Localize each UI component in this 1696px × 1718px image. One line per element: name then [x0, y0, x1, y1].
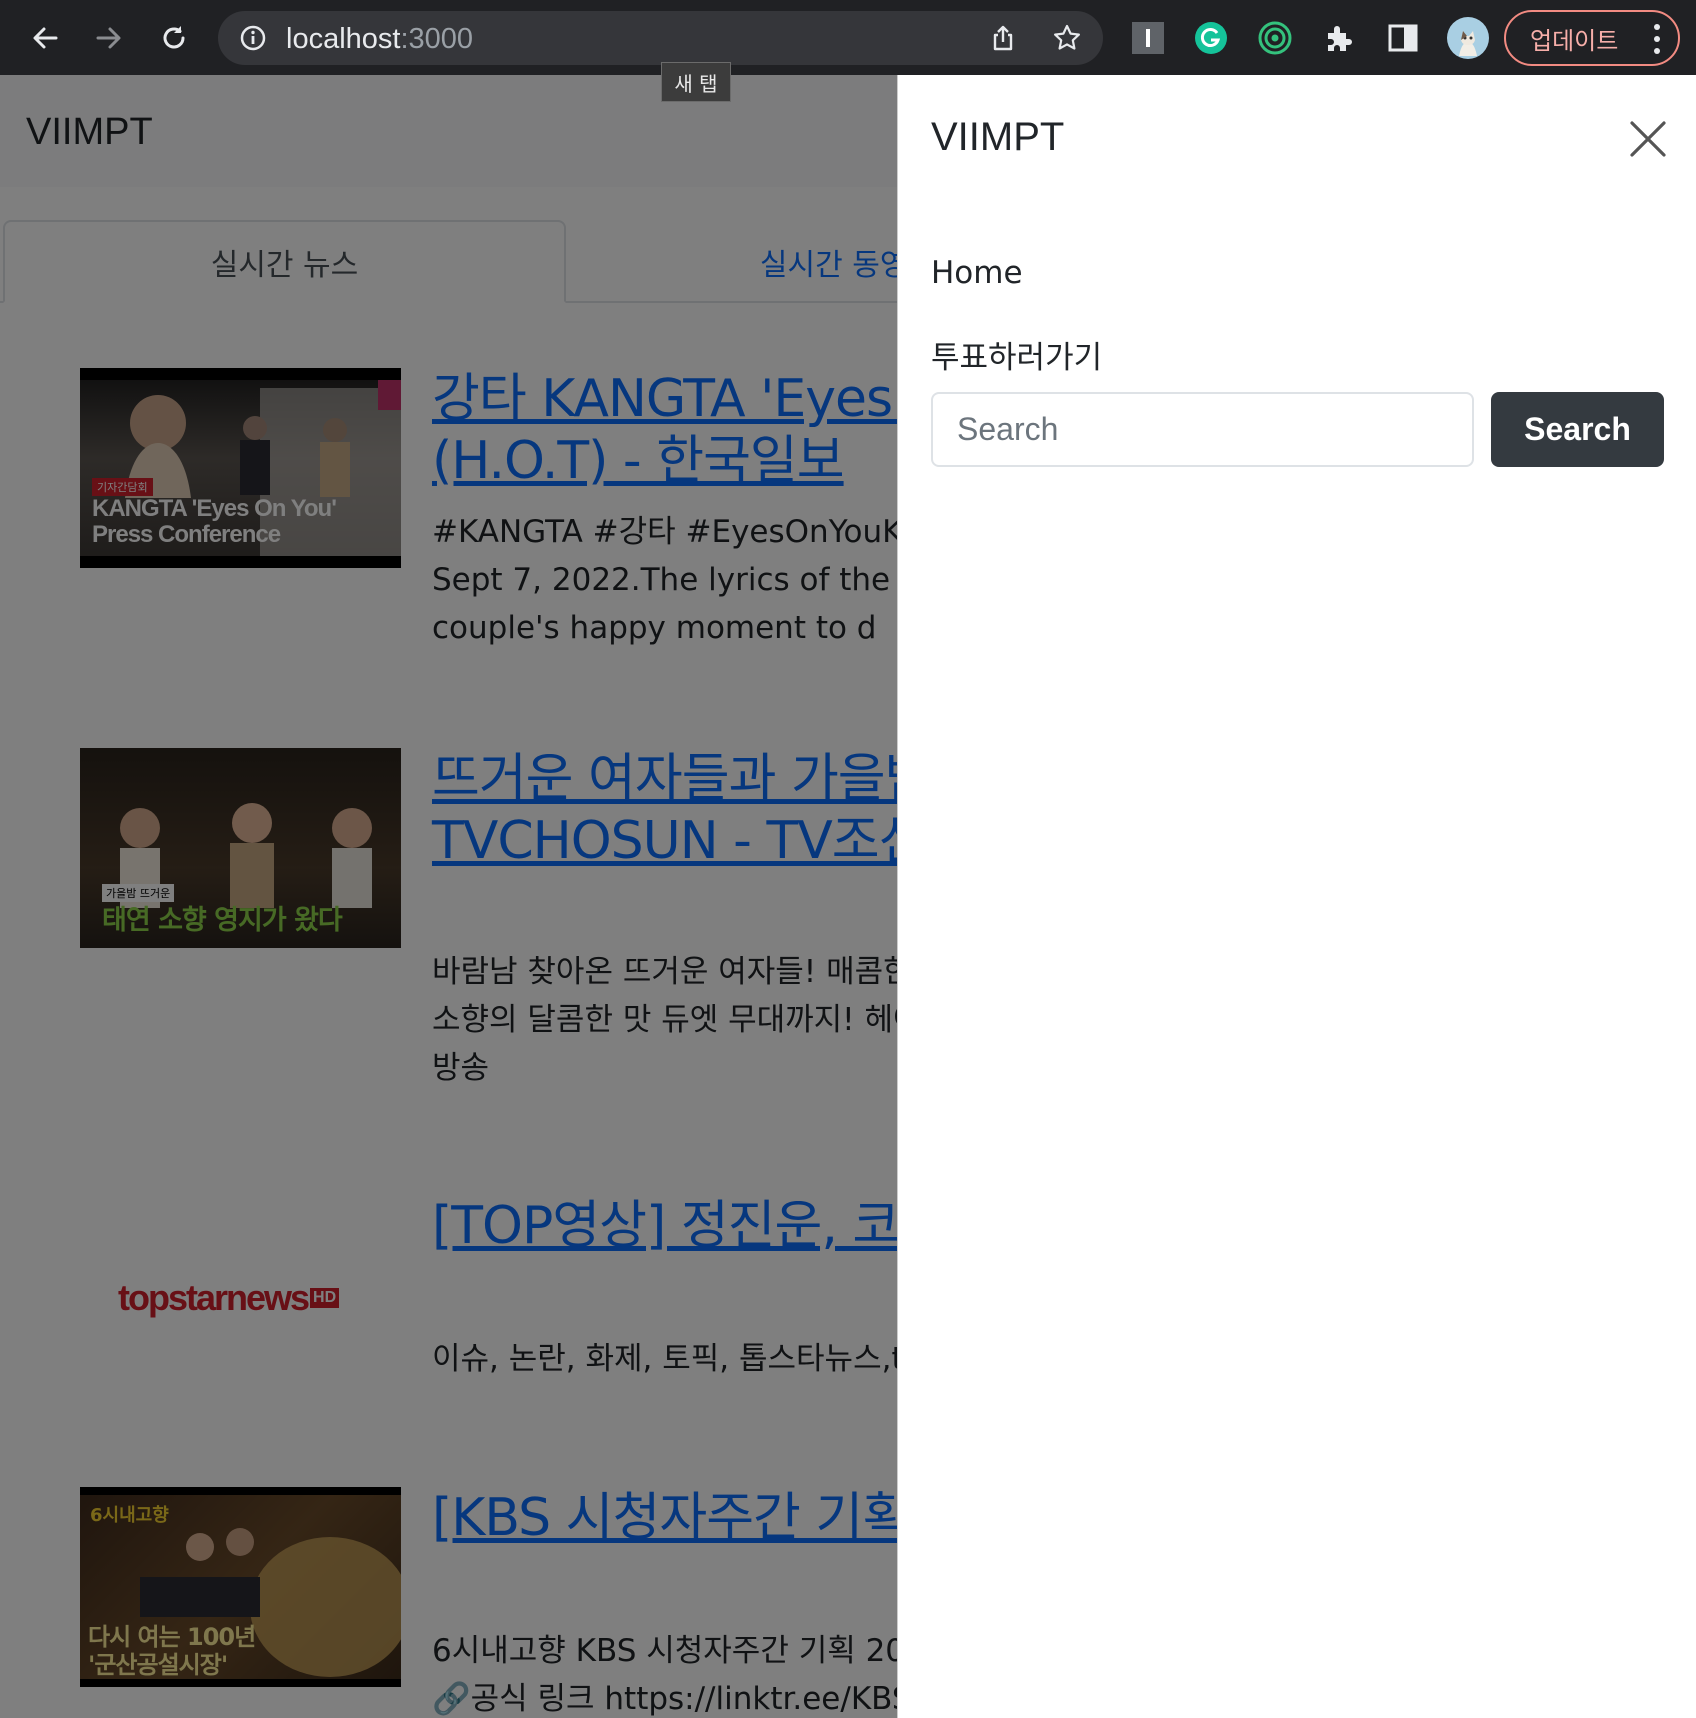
profile-avatar[interactable]: [1446, 16, 1490, 60]
target-extension-icon[interactable]: [1255, 18, 1295, 58]
bookmark-star-icon[interactable]: [1050, 21, 1084, 55]
browser-toolbar: localhost:3000 업데이트: [0, 0, 1696, 75]
side-panel-icon[interactable]: [1383, 18, 1423, 58]
search-input[interactable]: [931, 392, 1474, 467]
url-text: localhost:3000: [286, 23, 474, 55]
extensions-puzzle-icon[interactable]: [1319, 18, 1359, 58]
update-button[interactable]: 업데이트: [1504, 10, 1680, 66]
address-bar[interactable]: localhost:3000: [218, 11, 1103, 65]
nav-link-vote[interactable]: 투표하러가기: [931, 332, 1102, 377]
back-button[interactable]: [21, 14, 69, 62]
offcanvas-title: VIIMPT: [931, 115, 1065, 159]
info-icon[interactable]: [236, 21, 270, 55]
share-icon[interactable]: [986, 21, 1020, 55]
search-button[interactable]: Search: [1491, 392, 1664, 467]
update-label: 업데이트: [1530, 26, 1619, 55]
more-menu-icon[interactable]: [1654, 24, 1660, 60]
offcanvas-menu: VIIMPT Home 투표하러가기 Search: [897, 75, 1696, 1718]
extension-i-icon[interactable]: [1128, 18, 1168, 58]
reload-button[interactable]: [150, 14, 198, 62]
grammarly-icon[interactable]: [1191, 18, 1231, 58]
close-icon[interactable]: [1628, 119, 1668, 159]
new-tab-tooltip: 새 탭: [661, 62, 731, 102]
forward-button[interactable]: [85, 14, 133, 62]
nav-link-home[interactable]: Home: [931, 255, 1023, 291]
page-content: VIIMPT 실시간 뉴스 실시간 동영상 기자간담회 KANGTA 'Eyes…: [0, 75, 1696, 1718]
